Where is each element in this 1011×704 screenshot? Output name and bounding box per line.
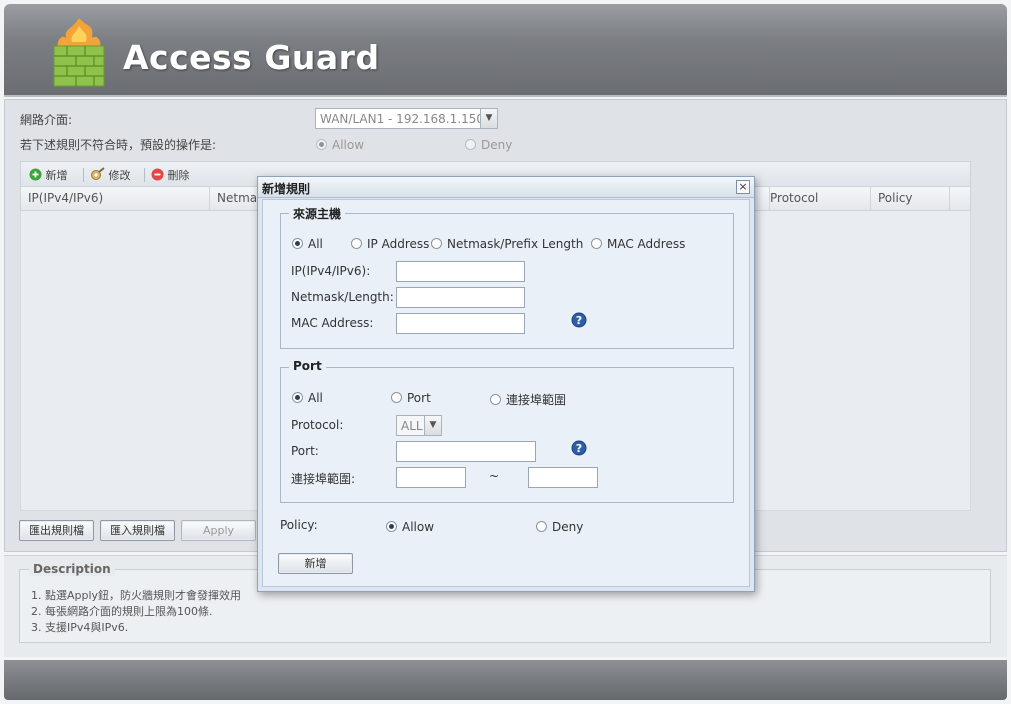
- submit-add-rule-button[interactable]: 新增: [278, 553, 353, 574]
- firewall-shield-icon: [53, 18, 105, 87]
- port-option-port[interactable]: Port: [391, 391, 431, 405]
- add-rule-button[interactable]: 新增: [29, 167, 68, 183]
- description-line: 1. 點選Apply鈕，防火牆規則才會發揮效用: [31, 589, 242, 602]
- app-footer: [4, 660, 1007, 700]
- description-line: 2. 每張網路介面的規則上限為100條.: [31, 605, 213, 618]
- default-action-allow[interactable]: Allow: [316, 138, 364, 152]
- close-icon[interactable]: ×: [736, 180, 750, 194]
- port-option-all[interactable]: All: [292, 391, 323, 405]
- app-title: Access Guard: [123, 38, 380, 77]
- policy-option-deny[interactable]: Deny: [536, 520, 583, 534]
- dialog-title-bar: 新增規則 ×: [258, 177, 754, 198]
- column-header-protocol[interactable]: Protocol: [763, 187, 871, 210]
- import-rules-button[interactable]: 匯入規則檔: [100, 520, 175, 541]
- ip-label: IP(IPv4/IPv6):: [291, 264, 371, 278]
- port-option-range[interactable]: 連接埠範圍: [490, 391, 566, 408]
- help-question-icon[interactable]: ?: [571, 312, 587, 328]
- radio-deny[interactable]: [465, 139, 476, 150]
- add-circle-icon: [29, 168, 42, 181]
- delete-rule-button[interactable]: 刪除: [151, 167, 190, 183]
- interface-label: 網路介面:: [20, 113, 73, 127]
- mac-input[interactable]: [396, 313, 525, 334]
- svg-text:?: ?: [576, 314, 582, 327]
- interface-select-value: WAN/LAN1 - 192.168.1.150: [320, 112, 484, 126]
- policy-label: Policy:: [280, 518, 318, 532]
- app-window: Access Guard 網路介面: WAN/LAN1 - 192.168.1.…: [0, 0, 1011, 704]
- protocol-select-value: ALL: [401, 419, 423, 433]
- interface-select[interactable]: WAN/LAN1 - 192.168.1.150 ▼: [315, 108, 498, 129]
- radio-port-range[interactable]: [490, 394, 501, 405]
- toolbar-divider: [144, 168, 145, 182]
- add-rule-dialog: 新增規則 × 來源主機 All IP Address Netmask/Prefi…: [257, 176, 755, 592]
- mac-label: MAC Address:: [291, 316, 374, 330]
- policy-option-allow[interactable]: Allow: [386, 520, 434, 534]
- source-option-all[interactable]: All: [292, 237, 323, 251]
- chevron-down-icon[interactable]: ▼: [480, 109, 497, 128]
- port-fieldset: Port All Port 連接埠範圍 Protocol: ALL ▼ Port…: [280, 359, 734, 503]
- svg-text:?: ?: [576, 442, 582, 455]
- radio-allow[interactable]: [316, 139, 327, 150]
- help-question-icon[interactable]: ?: [571, 440, 587, 456]
- netmask-label: Netmask/Length:: [291, 290, 394, 304]
- range-separator: ~: [489, 469, 500, 483]
- dialog-body: 來源主機 All IP Address Netmask/Prefix Lengt…: [262, 199, 750, 587]
- radio-policy-allow[interactable]: [386, 521, 397, 532]
- chevron-down-icon[interactable]: ▼: [424, 416, 441, 435]
- source-option-netmask[interactable]: Netmask/Prefix Length: [431, 237, 583, 251]
- apply-button[interactable]: Apply: [181, 520, 256, 541]
- radio-source-ip[interactable]: [351, 238, 362, 249]
- toolbar-divider: [83, 168, 84, 182]
- column-header-policy[interactable]: Policy: [871, 187, 950, 210]
- radio-source-mac[interactable]: [591, 238, 602, 249]
- source-host-fieldset: 來源主機 All IP Address Netmask/Prefix Lengt…: [280, 205, 734, 349]
- source-host-legend: 來源主機: [289, 205, 346, 222]
- edit-rule-button[interactable]: 修改: [90, 167, 131, 183]
- source-option-ip[interactable]: IP Address: [351, 237, 429, 251]
- port-label: Port:: [291, 444, 319, 458]
- description-title: Description: [29, 562, 115, 576]
- range-end-input[interactable]: [528, 467, 598, 488]
- dialog-title: 新增規則: [262, 182, 311, 196]
- radio-port-single[interactable]: [391, 392, 402, 403]
- netmask-input[interactable]: [396, 287, 525, 308]
- range-start-input[interactable]: [396, 467, 466, 488]
- range-label: 連接埠範圍:: [291, 472, 356, 486]
- radio-policy-deny[interactable]: [536, 521, 547, 532]
- protocol-select[interactable]: ALL ▼: [396, 415, 442, 436]
- delete-circle-icon: [151, 168, 164, 181]
- ip-input[interactable]: [396, 261, 525, 282]
- app-header: Access Guard: [4, 4, 1007, 97]
- radio-port-all[interactable]: [292, 392, 303, 403]
- protocol-label: Protocol:: [291, 418, 344, 432]
- edit-gear-icon: [91, 167, 105, 180]
- column-header-ip[interactable]: IP(IPv4/IPv6): [21, 187, 210, 210]
- description-line: 3. 支援IPv4與IPv6.: [31, 621, 129, 634]
- export-rules-button[interactable]: 匯出規則檔: [19, 520, 94, 541]
- port-legend: Port: [289, 359, 326, 373]
- default-action-label: 若下述規則不符合時，預設的操作是:: [20, 138, 217, 152]
- source-option-mac[interactable]: MAC Address: [591, 237, 685, 251]
- default-action-deny[interactable]: Deny: [465, 138, 512, 152]
- radio-source-all[interactable]: [292, 238, 303, 249]
- port-input[interactable]: [396, 441, 536, 462]
- radio-source-netmask[interactable]: [431, 238, 442, 249]
